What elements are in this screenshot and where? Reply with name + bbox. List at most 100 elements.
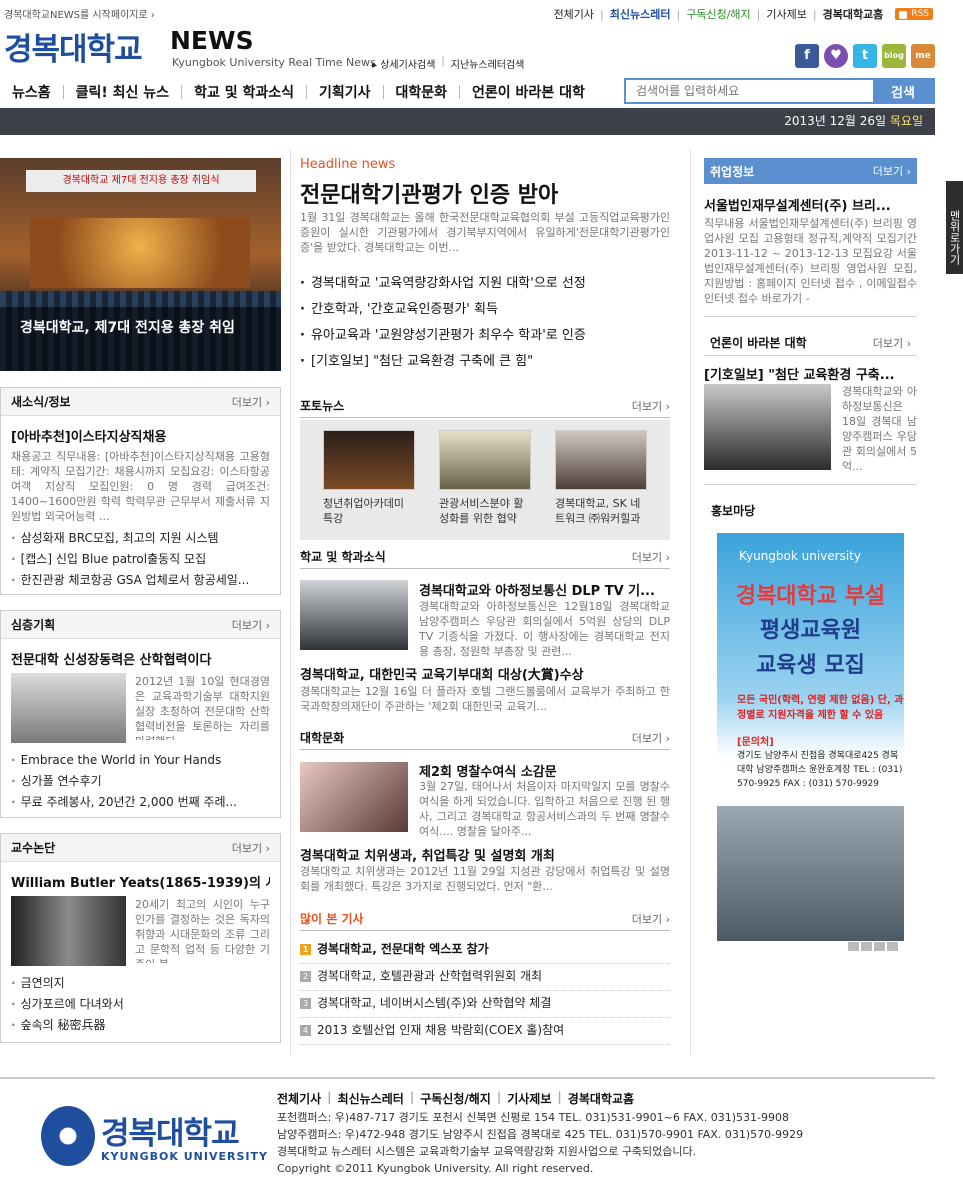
pager-stop-icon[interactable]	[861, 942, 872, 951]
pager-next-icon[interactable]	[887, 942, 898, 951]
list-item[interactable]: 한진관광 체코항공 GSA 업체로서 항공세일...	[11, 570, 270, 591]
divider	[704, 316, 917, 317]
box-title: 심층기획	[11, 618, 56, 632]
more-link[interactable]: 더보기	[232, 617, 270, 633]
more-link[interactable]: 더보기	[632, 549, 670, 565]
school-article-a-desc: 경복대학교와 아하정보통신은 12월18일 경복대학교 남양주캠퍼스 우당관 회…	[419, 600, 670, 658]
list-item[interactable]: 싱가포르에 다녀와서	[11, 994, 270, 1015]
top-links: 전체기사 | 최신뉴스레터 | 구독신청/해지 | 기사제보 | 경복대학교홈 RSS	[554, 6, 933, 22]
photo-news-item[interactable]: 경복대학교, SK 네트워크 ㈜워커힐과	[555, 430, 647, 526]
detail-search-link[interactable]: ▸ 상세기사검색	[372, 56, 435, 71]
more-link[interactable]: 더보기	[632, 730, 670, 746]
culture-thumbnail[interactable]	[300, 762, 408, 832]
more-link[interactable]: 더보기	[232, 394, 270, 410]
section-title: 언론이 바라본 대학	[710, 336, 807, 350]
cyworld-icon[interactable]: me	[911, 44, 935, 68]
photo-news-item[interactable]: 청년취업아카데미 특강	[323, 430, 415, 526]
column-headline[interactable]: William Butler Yeats(1865-1939)의 시...	[11, 872, 270, 891]
ad-text: 교육생 모집	[756, 653, 865, 678]
list-item[interactable]: 금연의지	[11, 973, 270, 994]
logo-korean[interactable]: 경복대학교	[4, 24, 143, 69]
pager-prev-icon[interactable]	[848, 942, 859, 951]
headline-item[interactable]: 간호학과, '간호교육인증평가' 획득	[300, 297, 670, 323]
footer-line: 포천캠퍼스: 우)487-717 경기도 포천시 신북면 신평로 154 TEL…	[277, 1111, 789, 1124]
nav-news-home[interactable]: 뉴스홈	[0, 82, 63, 102]
headline-title[interactable]: 전문대학기관평가 인증 받아	[300, 177, 558, 209]
popular-item[interactable]: 4 2013 호텔산업 인재 채용 박람회(COEX 홀)참여	[300, 1019, 670, 1045]
list-item[interactable]: [캡스] 신입 Blue patrol출동직 모집	[11, 549, 270, 570]
more-link[interactable]: 더보기	[873, 335, 911, 351]
news-info-box: 새소식/정보 더보기 [아바추천]이스타지상직채용 채용공고 직무내용: [아바추…	[0, 387, 281, 595]
main-photo[interactable]: 경복대학교 제7대 전지용 총장 취임식 경복대학교, 제7대 전지용 총장 취…	[0, 158, 281, 371]
pager-play-icon[interactable]	[874, 942, 885, 951]
top-link-report[interactable]: 기사제보	[766, 6, 806, 22]
list-item[interactable]: Embrace the World in Your Hands	[11, 750, 270, 771]
headline-item[interactable]: 유아교육과 '교원양성기관평가 최우수 학과'로 인증	[300, 323, 670, 349]
list-item[interactable]: 삼성화재 BRC모집, 최고의 지원 시스템	[11, 528, 270, 549]
news-headline[interactable]: [아바추천]이스타지상직채용	[11, 426, 270, 445]
headline-item[interactable]: [기호일보] "첨단 교육환경 구축에 큰 힘"	[300, 349, 670, 375]
media-headline[interactable]: [기호일보] "첨단 교육환경 구축...	[704, 364, 917, 383]
footer-link[interactable]: 경복대학교홈	[568, 1090, 634, 1107]
top-link-subscribe[interactable]: 구독신청/해지	[686, 6, 750, 22]
main-photo-caption[interactable]: 경복대학교, 제7대 전지용 총장 취임	[0, 307, 281, 371]
nav-feature[interactable]: 기획기사	[307, 82, 383, 102]
ad-photo	[717, 806, 904, 941]
set-homepage-link[interactable]: 경복대학교NEWS를 시작페이지로 ›	[4, 6, 155, 21]
column-thumbnail[interactable]	[11, 896, 126, 966]
popular-item[interactable]: 3 경복대학교, 네이버시스템(주)와 산학협약 체결	[300, 992, 670, 1018]
column-desc: 20세기 최고의 시인이 누구인가를 결정하는 것은 독자의 취향과 시대문화의…	[135, 898, 270, 963]
footer-link[interactable]: 기사제보	[507, 1090, 551, 1107]
more-link[interactable]: 더보기	[632, 398, 670, 414]
footer-link[interactable]: 전체기사	[277, 1090, 321, 1107]
footer-link[interactable]: 구독신청/해지	[420, 1090, 491, 1107]
headline-item[interactable]: 경복대학교 '교육역량강화사업 지원 대학'으로 선정	[300, 271, 670, 297]
jobs-headline[interactable]: 서울법인재무설계센터(주) 브리...	[704, 195, 917, 214]
top-link-newsletter[interactable]: 최신뉴스레터	[610, 6, 671, 22]
facebook-icon[interactable]: f	[795, 44, 819, 68]
list-item[interactable]: 싱가폴 연수후기	[11, 771, 270, 792]
photo-news-item[interactable]: 관광서비스분야 활성화를 위한 협약	[439, 430, 531, 526]
more-link[interactable]: 더보기	[232, 840, 270, 856]
nav-school-news[interactable]: 학교 및 학과소식	[182, 82, 306, 102]
top-link-home[interactable]: 경복대학교홈	[823, 6, 884, 22]
twitter-icon[interactable]: t	[853, 44, 877, 68]
blog-icon[interactable]: blog	[882, 44, 906, 68]
footer-divider	[0, 1077, 935, 1079]
search-button[interactable]: 검색	[873, 80, 933, 102]
nav-culture[interactable]: 대학문화	[384, 82, 460, 102]
popular-item[interactable]: 2 경복대학교, 호텔관광과 산학협력위원회 개최	[300, 965, 670, 991]
rss-icon[interactable]: RSS	[895, 8, 933, 20]
more-link[interactable]: 더보기	[873, 163, 911, 179]
past-newsletter-link[interactable]: 지난뉴스레터검색	[451, 56, 525, 71]
promo-banner[interactable]: Kyungbok university 경복대학교 부설 평생교육원 교육생 모…	[717, 533, 904, 941]
culture-article-a-title[interactable]: 제2회 명찰수여식 소감문	[419, 761, 670, 780]
popular-list: 1 경복대학교, 전문대학 엑스포 참가 2 경복대학교, 호텔관광과 산학협력위원…	[300, 938, 670, 1045]
more-link[interactable]: 더보기	[632, 911, 670, 927]
media-thumbnail[interactable]	[704, 384, 831, 470]
divider	[290, 150, 291, 1055]
list-item[interactable]: 무료 주례봉사, 20년간 2,000 번째 주례...	[11, 792, 270, 813]
popular-item[interactable]: 1 경복대학교, 전문대학 엑스포 참가	[300, 938, 670, 964]
rank-3-icon: 3	[300, 998, 311, 1009]
search-input[interactable]	[626, 80, 873, 102]
banner-pager	[848, 942, 898, 951]
date-day: 목요일	[889, 114, 923, 128]
school-thumbnail[interactable]	[300, 580, 408, 650]
feature-thumbnail[interactable]	[11, 673, 126, 743]
top-link-all[interactable]: 전체기사	[554, 6, 594, 22]
footer-link[interactable]: 최신뉴스레터	[338, 1090, 404, 1107]
section-title: 많이 본 기사	[300, 912, 364, 926]
nav-media[interactable]: 언론이 바라본 대학	[460, 82, 597, 102]
feature-headline[interactable]: 전문대학 신성장동력은 산학협력이다	[11, 649, 270, 668]
school-article-a-title[interactable]: 경복대학교와 아하정보통신 DLP TV 기...	[419, 580, 670, 599]
feature-desc: 2012년 1월 10일 현대경영은 교육과학기술부 대학지원실장 초청하여 전…	[135, 675, 270, 740]
logo-news[interactable]: NEWS	[170, 26, 254, 55]
list-item[interactable]: 숲속의 秘密兵器	[11, 1015, 270, 1036]
school-article-b-title[interactable]: 경복대학교, 대한민국 교육기부대회 대상(大賞)수상	[300, 664, 670, 683]
nav-latest[interactable]: 클릭! 최신 뉴스	[64, 82, 181, 102]
school-news-header: 학교 및 학과소식 더보기	[300, 547, 670, 569]
back-to-top-button[interactable]: 맨위로가기	[946, 181, 963, 274]
me2day-icon[interactable]: ♥	[824, 44, 848, 68]
culture-article-b-title[interactable]: 경복대학교 치위생과, 취업특강 및 설명회 개최	[300, 845, 670, 864]
